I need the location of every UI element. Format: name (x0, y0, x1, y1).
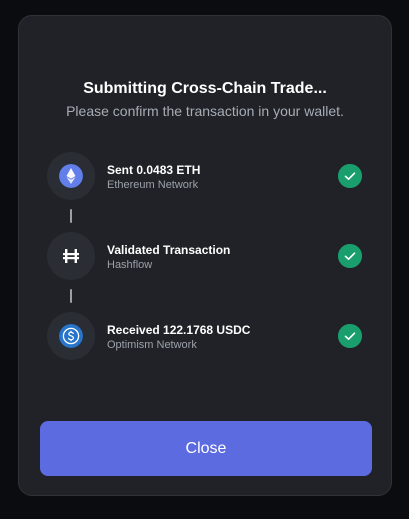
step-icon-container (47, 312, 95, 360)
check-icon (338, 244, 362, 268)
close-button[interactable]: Close (40, 421, 372, 476)
step-network: Hashflow (107, 259, 153, 271)
step-network: Optimism Network (107, 339, 197, 351)
step-title: Received 122.1768 USDC (107, 323, 251, 337)
ethereum-icon (59, 164, 83, 188)
step-icon-container (47, 232, 95, 280)
step-connector (70, 289, 72, 303)
step-validated: Validated Transaction Hashflow (47, 232, 365, 282)
hashflow-icon (63, 249, 79, 263)
check-icon (338, 164, 362, 188)
step-title: Validated Transaction (107, 243, 231, 257)
trade-status-modal: Submitting Cross-Chain Trade... Please c… (18, 15, 392, 496)
modal-subtitle: Please confirm the transaction in your w… (66, 103, 344, 119)
check-icon (338, 324, 362, 348)
step-connector (70, 209, 72, 223)
step-sent: Sent 0.0483 ETH Ethereum Network (47, 152, 365, 202)
step-network: Ethereum Network (107, 179, 199, 191)
usdc-icon (59, 324, 83, 348)
step-received: Received 122.1768 USDC Optimism Network (47, 312, 365, 362)
modal-title: Submitting Cross-Chain Trade... (83, 80, 327, 97)
step-title: Sent 0.0483 ETH (107, 163, 201, 177)
step-icon-container (47, 152, 95, 200)
